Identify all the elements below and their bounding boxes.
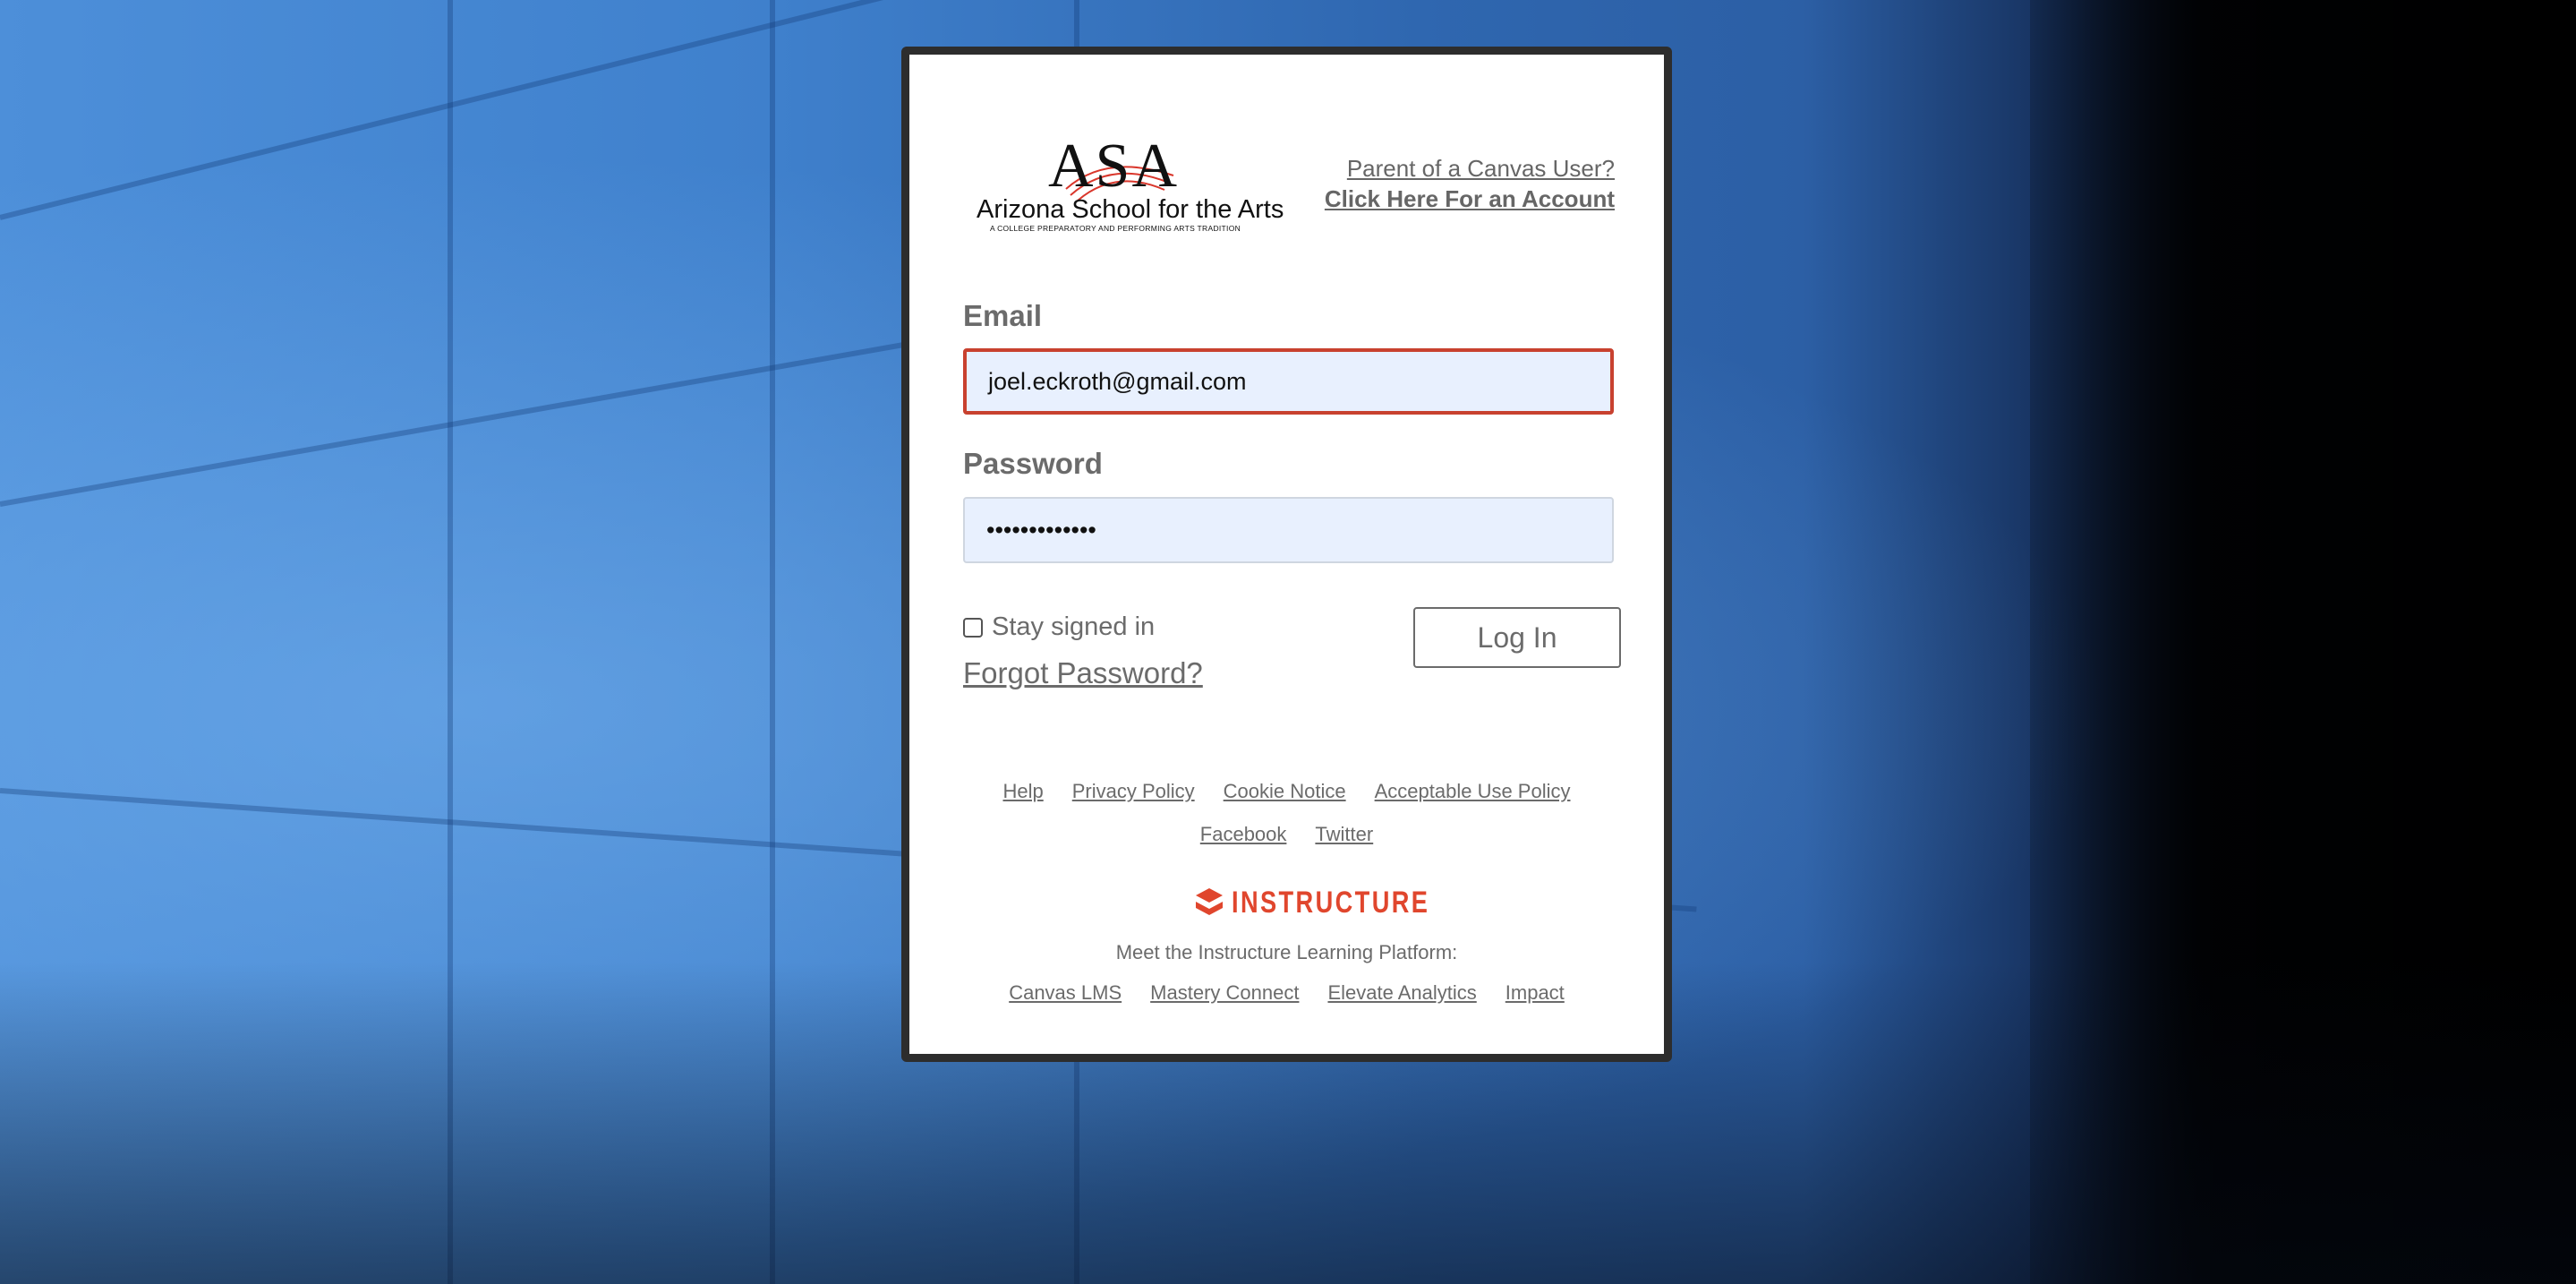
forgot-password-link[interactable]: Forgot Password? bbox=[963, 656, 1203, 690]
platform-link-mastery[interactable]: Mastery Connect bbox=[1150, 981, 1299, 1005]
footer-link-cookie[interactable]: Cookie Notice bbox=[1224, 780, 1346, 803]
parent-account-links: Parent of a Canvas User? Click Here For … bbox=[1325, 153, 1615, 214]
stay-signed-in-checkbox[interactable] bbox=[963, 617, 983, 638]
platform-link-canvas[interactable]: Canvas LMS bbox=[1009, 981, 1122, 1005]
stay-signed-in-label: Stay signed in bbox=[992, 612, 1156, 641]
password-label: Password bbox=[963, 447, 1103, 480]
footer-links: Help Privacy Policy Cookie Notice Accept… bbox=[909, 780, 1664, 803]
email-label: Email bbox=[963, 299, 1043, 332]
footer-link-privacy[interactable]: Privacy Policy bbox=[1072, 780, 1195, 803]
platform-intro: Meet the Instructure Learning Platform: bbox=[1115, 941, 1458, 963]
stay-signed-in[interactable]: Stay signed in bbox=[963, 612, 1155, 642]
login-card: ASA Arizona School for the Arts A COLLEG… bbox=[901, 47, 1672, 1062]
social-links: Facebook Twitter bbox=[909, 823, 1664, 846]
school-logo: ASA Arizona School for the Arts A COLLEG… bbox=[977, 131, 1284, 238]
school-tagline: A COLLEGE PREPARATORY AND PERFORMING ART… bbox=[989, 224, 1241, 233]
instructure-icon bbox=[1196, 887, 1223, 915]
platform-links: Canvas LMS Mastery Connect Elevate Analy… bbox=[909, 981, 1664, 1005]
footer-link-twitter[interactable]: Twitter bbox=[1315, 823, 1373, 846]
email-field[interactable]: joel.eckroth@gmail.com bbox=[963, 348, 1614, 415]
login-button[interactable]: Log In bbox=[1413, 607, 1621, 668]
platform-link-impact[interactable]: Impact bbox=[1506, 981, 1565, 1005]
footer-link-acceptable-use[interactable]: Acceptable Use Policy bbox=[1375, 780, 1571, 803]
parent-question-link[interactable]: Parent of a Canvas User? bbox=[1325, 153, 1615, 184]
platform-link-elevate[interactable]: Elevate Analytics bbox=[1327, 981, 1476, 1005]
school-name: Arizona School for the Arts bbox=[977, 195, 1284, 224]
logo-mark: ASA bbox=[1048, 132, 1180, 201]
instructure-logo[interactable]: INSTRUCTURE bbox=[1196, 886, 1480, 920]
instructure-wordmark: INSTRUCTURE bbox=[1232, 886, 1430, 920]
footer-link-help[interactable]: Help bbox=[1002, 780, 1043, 803]
parent-account-link[interactable]: Click Here For an Account bbox=[1325, 184, 1615, 214]
password-field[interactable]: ••••••••••••• bbox=[963, 497, 1614, 563]
footer-link-facebook[interactable]: Facebook bbox=[1200, 823, 1287, 846]
